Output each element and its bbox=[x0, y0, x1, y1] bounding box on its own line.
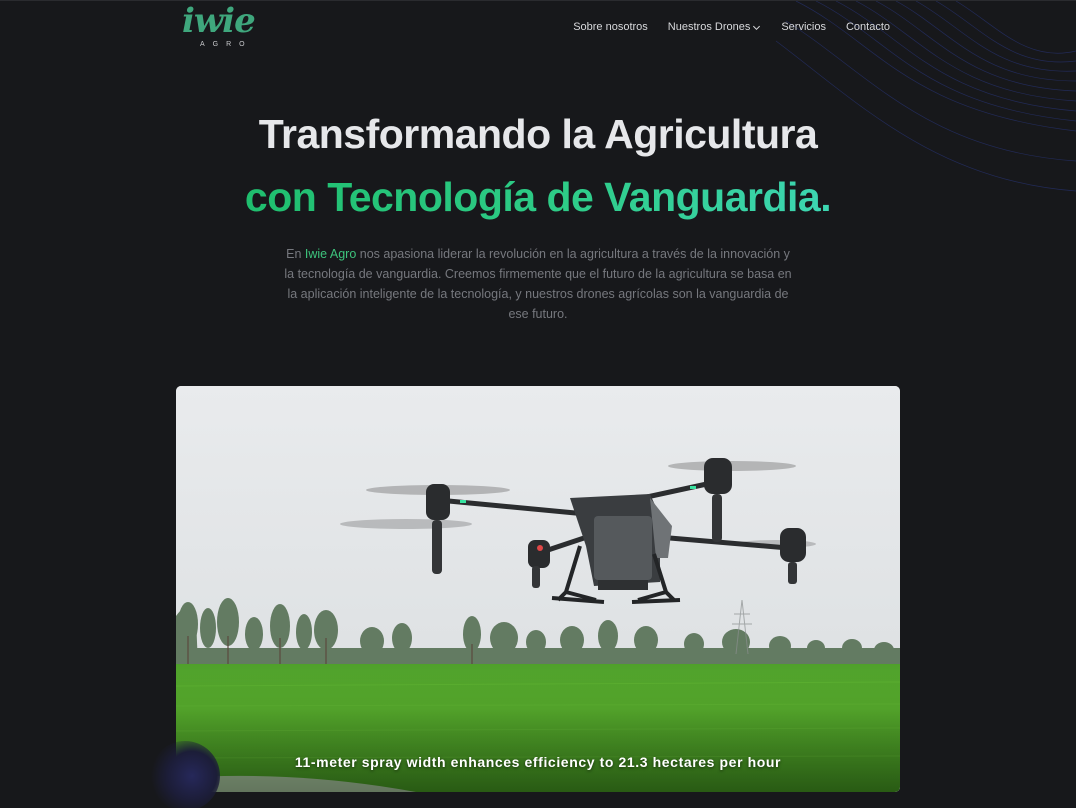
nav-item-sobre-nosotros[interactable]: Sobre nosotros bbox=[573, 21, 648, 33]
hero-desc-brand: Iwie Agro bbox=[304, 247, 357, 261]
nav-item-servicios[interactable]: Servicios bbox=[781, 21, 826, 33]
decorative-orb bbox=[150, 741, 220, 808]
chevron-down-icon bbox=[753, 25, 761, 30]
hero-desc-body: nos apasiona liderar la revolución en la… bbox=[284, 247, 792, 321]
page: iwie AGRO Sobre nosotros Nuestros Drones… bbox=[0, 0, 1076, 808]
media-caption: 11-meter spray width enhances efficiency… bbox=[294, 754, 782, 770]
nav-item-contacto[interactable]: Contacto bbox=[846, 21, 890, 33]
logo-wordmark: iwie bbox=[182, 1, 256, 41]
hero-title-line2: con Tecnología de Vanguardia. bbox=[0, 174, 1076, 221]
nav-item-label: Sobre nosotros bbox=[573, 21, 648, 33]
hero-title-line1: Transformando la Agricultura bbox=[258, 111, 818, 157]
nav-item-label: Nuestros Drones bbox=[667, 21, 751, 33]
hero-description: En Iwie Agro nos apasiona liderar la rev… bbox=[280, 244, 796, 324]
hero-title-highlight: con Tecnología de Vanguardia. bbox=[244, 174, 832, 220]
hero-media[interactable]: 11-meter spray width enhances efficiency… bbox=[176, 386, 900, 792]
drone-image bbox=[176, 386, 900, 792]
brand-logo[interactable]: iwie AGRO bbox=[182, 1, 277, 51]
nav-item-label: Servicios bbox=[781, 21, 826, 33]
nav-item-nuestros-drones[interactable]: Nuestros Drones bbox=[668, 21, 762, 33]
main-nav: Sobre nosotros Nuestros Drones Servicios… bbox=[573, 21, 890, 33]
hero-desc-prefix: En bbox=[286, 247, 305, 261]
nav-item-label: Contacto bbox=[845, 21, 890, 33]
site-header: iwie AGRO Sobre nosotros Nuestros Drones… bbox=[0, 1, 1076, 61]
logo-subtext: AGRO bbox=[200, 41, 253, 48]
